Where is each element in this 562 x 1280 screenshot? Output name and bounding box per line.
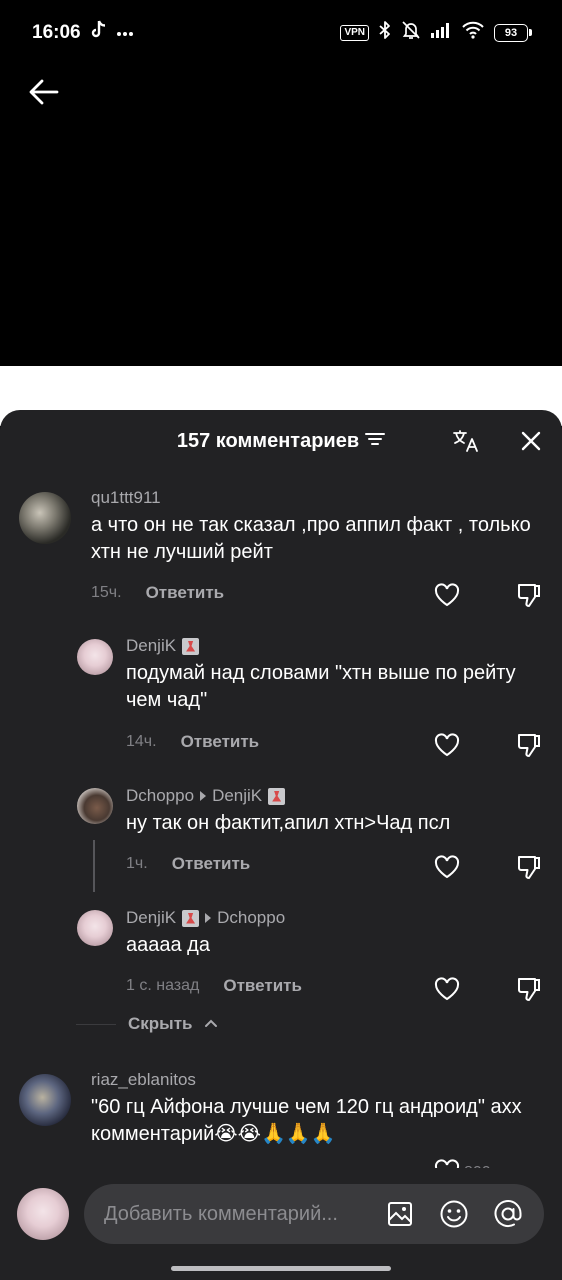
emoji-icon[interactable] bbox=[438, 1198, 470, 1230]
wifi-icon bbox=[461, 21, 485, 44]
avatar[interactable] bbox=[77, 639, 113, 675]
battery-indicator: 93 bbox=[494, 23, 532, 42]
comments-header: 157 комментариев bbox=[0, 410, 562, 474]
close-button[interactable] bbox=[516, 428, 546, 458]
reply-button[interactable]: Ответить bbox=[223, 976, 302, 996]
chevron-up-icon bbox=[204, 1015, 218, 1033]
thumb-down-icon bbox=[516, 582, 542, 613]
avatar[interactable] bbox=[19, 1074, 71, 1126]
avatar[interactable] bbox=[77, 788, 113, 824]
avatar[interactable] bbox=[19, 492, 71, 544]
reply-button[interactable]: Ответить bbox=[172, 854, 251, 874]
bell-off-icon bbox=[401, 20, 421, 45]
flag-badge-icon bbox=[268, 787, 286, 805]
battery-level: 93 bbox=[494, 23, 528, 42]
comment-item: Dchoppo DenjiK ну так он фактит,апил хтн… bbox=[0, 782, 562, 892]
comment-username[interactable]: qu1ttt911 bbox=[91, 488, 161, 508]
like-button[interactable] bbox=[432, 732, 462, 762]
comment-username-text: DenjiK bbox=[126, 908, 177, 927]
status-bar: 16:06 VPN 93 bbox=[0, 0, 562, 64]
comments-count-title: 157 комментариев bbox=[176, 430, 360, 452]
clock: 16:06 bbox=[32, 22, 81, 43]
comment-username[interactable]: DenjiK Dchoppo bbox=[126, 908, 285, 928]
thumb-down-icon bbox=[516, 854, 542, 885]
thumb-down-icon bbox=[516, 976, 542, 1007]
hide-replies-button[interactable]: Скрыть bbox=[76, 1014, 218, 1034]
home-indicator[interactable] bbox=[171, 1266, 391, 1271]
signal-icon bbox=[430, 22, 452, 43]
vpn-badge: VPN bbox=[340, 24, 369, 41]
dislike-button[interactable] bbox=[514, 732, 544, 762]
comment-time: 1ч. bbox=[126, 855, 148, 872]
comment-text: ааааа да bbox=[126, 934, 210, 956]
comment-username-text: DenjiK bbox=[126, 636, 177, 655]
comment-input[interactable] bbox=[104, 1184, 366, 1244]
hide-replies-label: Скрыть bbox=[128, 1014, 193, 1033]
comment-item: riaz_eblanitos "60 гц Айфона лучше чем 1… bbox=[0, 1064, 562, 1184]
dislike-button[interactable] bbox=[514, 976, 544, 1006]
translate-button[interactable] bbox=[450, 428, 482, 458]
translate-icon bbox=[452, 429, 480, 458]
comment-time: 15ч. bbox=[91, 584, 122, 601]
reply-button[interactable]: Ответить bbox=[146, 583, 225, 603]
comment-input-bar bbox=[0, 1168, 562, 1280]
comment-input-container[interactable] bbox=[84, 1184, 544, 1244]
comment-text: ну так он фактит,апил хтн>Чад псл bbox=[126, 812, 451, 834]
back-arrow-icon bbox=[29, 79, 59, 110]
comment-item: DenjiK Dchoppo ааааа да 1 с. назад Ответ… bbox=[0, 904, 562, 1014]
heart-icon bbox=[434, 854, 460, 884]
more-dots-icon bbox=[116, 24, 134, 42]
like-button[interactable] bbox=[432, 976, 462, 1006]
comment-text: подумай над словами "хтн выше по рейту ч… bbox=[126, 662, 516, 711]
tiktok-icon bbox=[90, 20, 108, 45]
reply-to-username[interactable]: DenjiK bbox=[212, 786, 262, 806]
my-avatar[interactable] bbox=[17, 1188, 69, 1240]
divider bbox=[76, 1023, 116, 1025]
comment-item: DenjiK подумай над словами "хтн выше по … bbox=[0, 632, 562, 762]
like-button[interactable] bbox=[432, 854, 462, 884]
reply-button[interactable]: Ответить bbox=[181, 732, 260, 752]
flag-badge-icon bbox=[182, 637, 200, 655]
comment-username[interactable]: DenjiK bbox=[126, 636, 200, 656]
heart-icon bbox=[434, 732, 460, 762]
comment-username[interactable]: riaz_eblanitos bbox=[91, 1070, 196, 1090]
comment-time: 14ч. bbox=[126, 733, 157, 750]
mention-icon[interactable] bbox=[492, 1198, 524, 1230]
comment-text: а что он не так сказал ,про аппил факт ,… bbox=[91, 514, 531, 563]
reply-arrow-icon bbox=[200, 791, 207, 801]
bluetooth-icon bbox=[378, 20, 392, 45]
flag-badge-icon bbox=[182, 909, 200, 927]
back-button[interactable] bbox=[26, 76, 62, 112]
comment-username[interactable]: Dchoppo DenjiK bbox=[126, 786, 286, 806]
thread-connector bbox=[93, 840, 95, 892]
heart-icon bbox=[434, 976, 460, 1006]
thumb-down-icon bbox=[516, 732, 542, 763]
reply-arrow-icon bbox=[205, 913, 212, 923]
close-icon bbox=[520, 430, 542, 457]
dislike-button[interactable] bbox=[514, 854, 544, 884]
like-button[interactable] bbox=[432, 582, 462, 612]
comments-sheet: 157 комментариев qu1ttt911 а что он не т… bbox=[0, 410, 562, 1280]
video-player[interactable] bbox=[0, 64, 562, 366]
comment-username-text: Dchoppo bbox=[126, 786, 195, 805]
heart-icon bbox=[434, 582, 460, 612]
comment-time: 1 с. назад bbox=[126, 977, 200, 994]
image-icon[interactable] bbox=[384, 1198, 416, 1230]
comment-text: "60 гц Айфона лучше чем 120 гц андроид" … bbox=[91, 1096, 522, 1145]
avatar[interactable] bbox=[77, 910, 113, 946]
comment-item: qu1ttt911 а что он не так сказал ,про ап… bbox=[0, 482, 562, 612]
reply-to-username[interactable]: Dchoppo bbox=[217, 908, 285, 928]
sort-icon[interactable] bbox=[365, 430, 386, 453]
dislike-button[interactable] bbox=[514, 582, 544, 612]
